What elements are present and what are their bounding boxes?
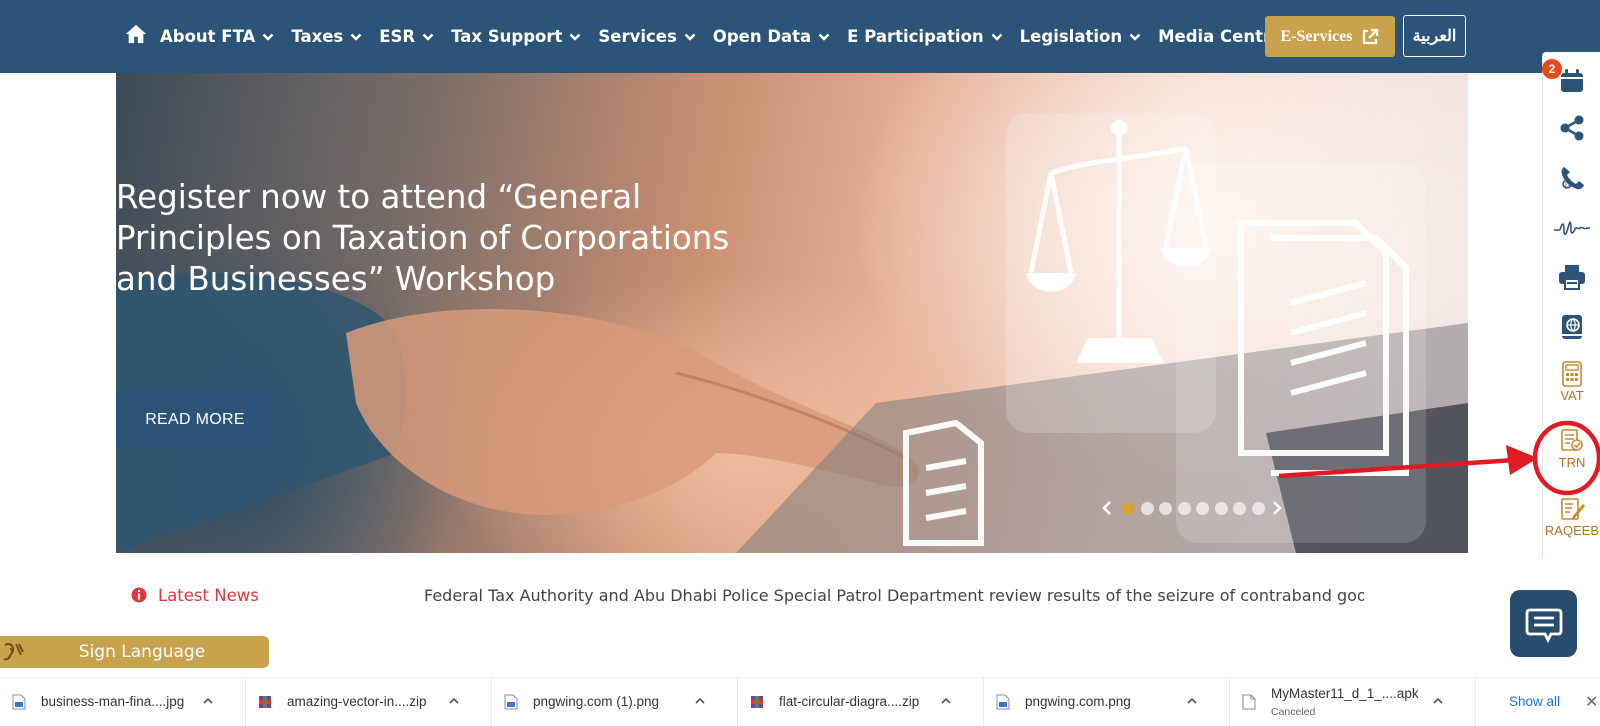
chevron-up-icon[interactable] [1432,695,1444,707]
chevron-left-icon[interactable] [1100,500,1114,516]
sidebar-item-signature[interactable] [1543,203,1600,253]
download-item[interactable]: pngwing.com.png [984,678,1230,726]
hero-background-art [116,113,1468,553]
image-file-icon [996,694,1010,710]
share-icon [1560,115,1584,141]
chevron-down-icon [1129,33,1141,41]
nav-taxes[interactable]: Taxes [291,27,362,46]
hero-title-line: Register now to attend “General [116,178,642,216]
hero-title-line: Principles on Taxation of Corporations [116,219,730,257]
nav-tax-support[interactable]: Tax Support [451,27,581,46]
carousel-controls [1100,500,1284,516]
hero-slider: Register now to attend “General Principl… [116,73,1468,553]
download-file-name: MyMaster11_d_1_....apk [1271,686,1419,701]
nav-esr[interactable]: ESR [379,27,434,46]
e-services-button[interactable]: E-Services [1265,16,1395,57]
chat-icon [1525,608,1562,643]
download-file-name: pngwing.com (1).png [533,694,660,709]
calculator-icon [1562,361,1582,387]
nav-legislation[interactable]: Legislation [1020,27,1141,46]
download-file-name: pngwing.com.png [1025,694,1131,709]
carousel-dot[interactable] [1140,501,1154,515]
sidebar-item-support[interactable]: 24 [1543,153,1600,203]
carousel-dot[interactable] [1122,501,1135,515]
chevron-down-icon [570,33,581,41]
download-item[interactable]: pngwing.com (1).png [492,678,738,726]
image-file-icon [504,694,518,710]
sidebar-item-guide[interactable] [1543,302,1600,352]
chevron-up-icon[interactable] [202,695,214,707]
chat-button[interactable] [1510,590,1577,657]
chevron-up-icon[interactable] [448,695,460,707]
support-call-icon: 24 [1561,167,1584,190]
chevron-down-icon [262,33,274,41]
news-ticker[interactable]: Federal Tax Authority and Abu Dhabi Poli… [424,586,1364,605]
download-file-name: amazing-vector-in....zip [287,694,427,709]
chevron-down-icon [422,33,434,41]
close-download-bar-icon[interactable]: ✕ [1585,692,1598,712]
chevron-up-icon[interactable] [940,695,952,707]
chevron-down-icon [991,33,1003,41]
download-item[interactable]: business-man-fina....jpg [0,678,246,726]
download-item[interactable]: amazing-vector-in....zip [246,678,492,726]
sign-language-label: Sign Language [78,642,206,662]
chevron-down-icon [350,33,362,41]
carousel-dot[interactable] [1214,501,1228,515]
annotation-arrow [1278,420,1600,496]
info-icon [131,587,147,603]
home-icon[interactable] [125,23,147,45]
show-all-downloads-link[interactable]: Show all [1509,694,1560,709]
hero-title: Register now to attend “General Principl… [116,177,776,300]
chevron-up-icon[interactable] [694,695,706,707]
carousel-dot[interactable] [1233,501,1246,515]
carousel-dot[interactable] [1251,501,1265,515]
hero-title-line: and Businesses” Workshop [116,260,556,298]
external-link-icon [1363,28,1379,44]
read-more-button[interactable]: READ MORE [116,391,274,448]
carousel-dot[interactable] [1159,501,1172,515]
sidebar-item-vat-calculator[interactable]: VAT [1543,357,1600,407]
top-navbar: About FTA Taxes ESR Tax Support Services… [0,0,1600,73]
chevron-up-icon[interactable] [1186,695,1198,707]
carousel-dot[interactable] [1177,501,1191,515]
image-file-icon [12,694,26,710]
download-bar: business-man-fina....jpg amazing-vector-… [0,677,1600,726]
carousel-dot[interactable] [1196,501,1209,515]
notification-badge: 2 [1542,59,1562,79]
svg-text:24: 24 [1565,183,1572,189]
download-item[interactable]: MyMaster11_d_1_....apk Canceled [1230,678,1476,726]
sidebar-item-share[interactable] [1543,103,1600,153]
sidebar-item-label: RAQEEB [1544,523,1600,538]
signature-icon [1554,221,1590,236]
nav-e-participation[interactable]: E Participation [847,27,1003,46]
chevron-down-icon [684,33,696,41]
main-menu: About FTA Taxes ESR Tax Support Services… [160,0,1318,73]
printer-icon [1559,265,1585,290]
chevron-down-icon [818,33,830,41]
nav-open-data[interactable]: Open Data [713,27,830,46]
file-icon [1242,694,1256,710]
download-file-name: business-man-fina....jpg [41,694,185,709]
arabic-language-button[interactable]: العربية [1403,15,1466,57]
sign-language-button[interactable]: Sign Language [0,636,269,668]
sidebar-item-print[interactable] [1543,252,1600,302]
sidebar-item-label: VAT [1560,388,1584,403]
zip-file-icon [259,696,271,708]
download-item[interactable]: flat-circular-diagra....zip [738,678,984,726]
guide-book-icon [1562,315,1582,339]
latest-news-label: Latest News [158,586,259,605]
calendar-icon [1561,69,1583,92]
zip-file-icon [751,696,763,708]
download-status: Canceled [1271,706,1316,718]
nav-about-fta[interactable]: About FTA [160,27,274,46]
nav-services[interactable]: Services [598,27,696,46]
download-file-name: flat-circular-diagra....zip [779,694,920,709]
